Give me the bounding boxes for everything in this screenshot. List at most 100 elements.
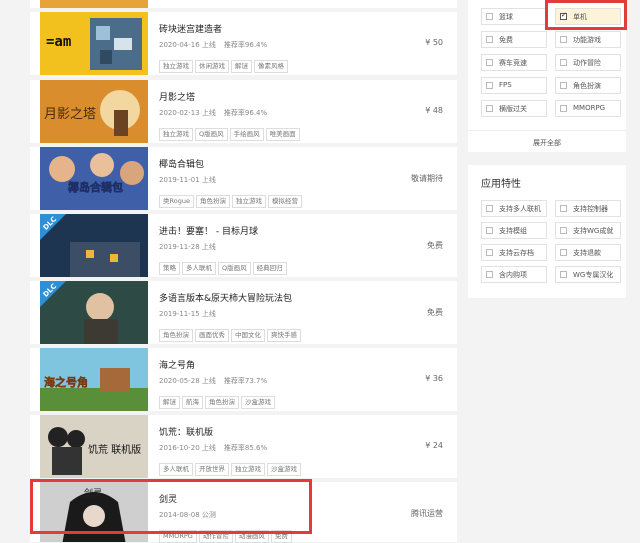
tag[interactable]: 爽快手感: [267, 329, 301, 342]
game-item[interactable]: [30, 0, 457, 8]
checkbox[interactable]: [560, 227, 567, 234]
game-thumbnail[interactable]: [40, 0, 148, 8]
thumb-logo-text: 椰岛合辑包: [68, 180, 123, 194]
game-item[interactable]: 海之号角 海之号角 2020-05-28 上线 推荐率73.7% 解谜 航海 角色扮演…: [30, 348, 457, 411]
game-item[interactable]: 饥荒 联机版 饥荒：联机版 2016-10-20 上线 推荐率85.6% 多人联机…: [30, 415, 457, 478]
checkbox[interactable]: [560, 249, 567, 256]
filter-option-side-scroller[interactable]: 横版过关: [481, 100, 547, 117]
tag-list: 解谜 航海 角色扮演 沙盒游戏: [159, 389, 277, 409]
price: ¥ 24: [425, 441, 443, 450]
tag[interactable]: 独立游戏: [159, 60, 193, 73]
game-thumbnail[interactable]: 椰岛合辑包: [40, 147, 148, 210]
filter-option-mmorpg[interactable]: MMORPG: [555, 100, 621, 117]
game-item[interactable]: 月影之塔 月影之塔 2020-02-13 上线 推荐率96.4% 独立游戏 Q版画风…: [30, 80, 457, 143]
tag[interactable]: 多人联机: [182, 262, 216, 275]
tag[interactable]: 手绘画风: [229, 128, 264, 141]
tag[interactable]: Q版画风: [195, 128, 228, 141]
feature-option-refund[interactable]: 支持退款: [555, 244, 621, 261]
checkbox[interactable]: [486, 59, 493, 66]
game-thumbnail[interactable]: 海之号角: [40, 348, 148, 411]
checkbox[interactable]: [560, 82, 567, 89]
release-date: 2016-10-20 上线: [159, 444, 216, 452]
checkbox[interactable]: [486, 82, 493, 89]
price: 敬请期待: [411, 174, 443, 183]
checkbox[interactable]: [560, 105, 567, 112]
checkbox[interactable]: [486, 205, 493, 212]
tag[interactable]: 解谜: [231, 60, 252, 73]
tag[interactable]: 航海: [182, 396, 203, 409]
game-title[interactable]: 饥荒：联机版: [159, 425, 213, 438]
price: 免费: [427, 308, 443, 317]
checkbox[interactable]: [486, 249, 493, 256]
highlight-frame: [30, 479, 312, 534]
checkbox[interactable]: [486, 13, 493, 20]
filter-option-action-adventure[interactable]: 动作冒险: [555, 54, 621, 71]
feature-option-cloud-save[interactable]: 支持云存档: [481, 244, 547, 261]
game-title[interactable]: 多语言版本&原天柿大冒险玩法包: [159, 291, 292, 304]
game-item[interactable]: DLC 进击！要塞！ - 目标月球 2019-11-28 上线 策略 多人联机 Q版…: [30, 214, 457, 277]
game-thumbnail[interactable]: =am: [40, 12, 148, 75]
tag[interactable]: 角色扮演: [195, 195, 230, 208]
filter-option-functional[interactable]: 功能游戏: [555, 31, 621, 48]
checkbox[interactable]: [560, 205, 567, 212]
game-thumbnail[interactable]: 饥荒 联机版: [40, 415, 148, 478]
feature-option-multiplayer[interactable]: 支持多人联机: [481, 200, 547, 217]
tag[interactable]: 沙盒游戏: [267, 463, 301, 476]
recommend-rate: 推荐率73.7%: [223, 377, 268, 385]
tag[interactable]: 多人联机: [159, 463, 193, 476]
game-item[interactable]: 椰岛合辑包 椰岛合辑包 2019-11-01 上线 类Rogue 角色扮演 独立游戏…: [30, 147, 457, 210]
game-thumbnail[interactable]: DLC: [40, 214, 148, 277]
game-thumbnail[interactable]: DLC: [40, 281, 148, 344]
checkbox[interactable]: [486, 36, 493, 43]
tag[interactable]: 休闲游戏: [195, 60, 229, 73]
tag[interactable]: 中国文化: [231, 329, 265, 342]
tag[interactable]: 独立游戏: [231, 463, 265, 476]
tag[interactable]: 角色扮演: [159, 329, 193, 342]
feature-option-mods[interactable]: 支持模组: [481, 222, 547, 239]
tag[interactable]: 像素风格: [254, 60, 288, 73]
filter-option-racing[interactable]: 赛车竞速: [481, 54, 547, 71]
tag-list: 独立游戏 Q版画风 手绘画风 唯美画面: [159, 121, 302, 141]
filter-option-basketball[interactable]: 篮球: [481, 8, 547, 25]
game-item[interactable]: =am 砖块迷宫建造者 2020-04-16 上线 推荐率96.4% 独立游戏 休闲…: [30, 12, 457, 75]
game-title[interactable]: 月影之塔: [159, 90, 195, 103]
game-thumbnail[interactable]: 月影之塔: [40, 80, 148, 143]
tag[interactable]: 经典回归: [252, 262, 287, 275]
tag[interactable]: 独立游戏: [231, 195, 266, 208]
checkbox[interactable]: [560, 36, 567, 43]
tag[interactable]: 策略: [159, 262, 180, 275]
filter-option-fps[interactable]: FPS: [481, 77, 547, 94]
game-title[interactable]: 椰岛合辑包: [159, 157, 204, 170]
tag[interactable]: 开放世界: [195, 463, 229, 476]
tag[interactable]: 画面优秀: [195, 329, 229, 342]
feature-option-achievements[interactable]: 支持WG成就: [555, 222, 621, 239]
tag[interactable]: 唯美画面: [265, 128, 300, 141]
tag[interactable]: Q版画风: [218, 262, 251, 275]
tag[interactable]: 模拟经营: [267, 195, 302, 208]
checkbox[interactable]: [486, 227, 493, 234]
tag[interactable]: 独立游戏: [159, 128, 193, 141]
filter-option-rpg[interactable]: 角色扮演: [555, 77, 621, 94]
checkbox[interactable]: [486, 105, 493, 112]
release-date: 2019-11-28 上线: [159, 243, 216, 251]
tag[interactable]: 解谜: [159, 396, 180, 409]
tag[interactable]: 类Rogue: [159, 195, 194, 208]
recommend-rate: 推荐率96.4%: [223, 41, 268, 49]
panel-title: 应用特性: [481, 179, 521, 190]
tag-list: 角色扮演 画面优秀 中国文化 爽快手感: [159, 322, 303, 342]
feature-option-localization[interactable]: WG专属汉化: [555, 266, 621, 283]
release-date: 2020-05-28 上线: [159, 377, 216, 385]
game-title[interactable]: 海之号角: [159, 358, 195, 371]
feature-option-in-app-purchase[interactable]: 含内购项: [481, 266, 547, 283]
filter-option-free[interactable]: 免费: [481, 31, 547, 48]
game-title[interactable]: 砖块迷宫建造者: [159, 22, 222, 35]
feature-option-controller[interactable]: 支持控制器: [555, 200, 621, 217]
game-item[interactable]: DLC 多语言版本&原天柿大冒险玩法包 2019-11-15 上线 角色扮演 画面…: [30, 281, 457, 344]
checkbox[interactable]: [486, 271, 493, 278]
tag[interactable]: 沙盒游戏: [241, 396, 275, 409]
expand-all-button[interactable]: 展开全部: [468, 130, 626, 147]
game-title[interactable]: 进击！要塞！ - 目标月球: [159, 224, 258, 237]
checkbox[interactable]: [560, 271, 567, 278]
tag[interactable]: 角色扮演: [205, 396, 239, 409]
checkbox[interactable]: [560, 59, 567, 66]
